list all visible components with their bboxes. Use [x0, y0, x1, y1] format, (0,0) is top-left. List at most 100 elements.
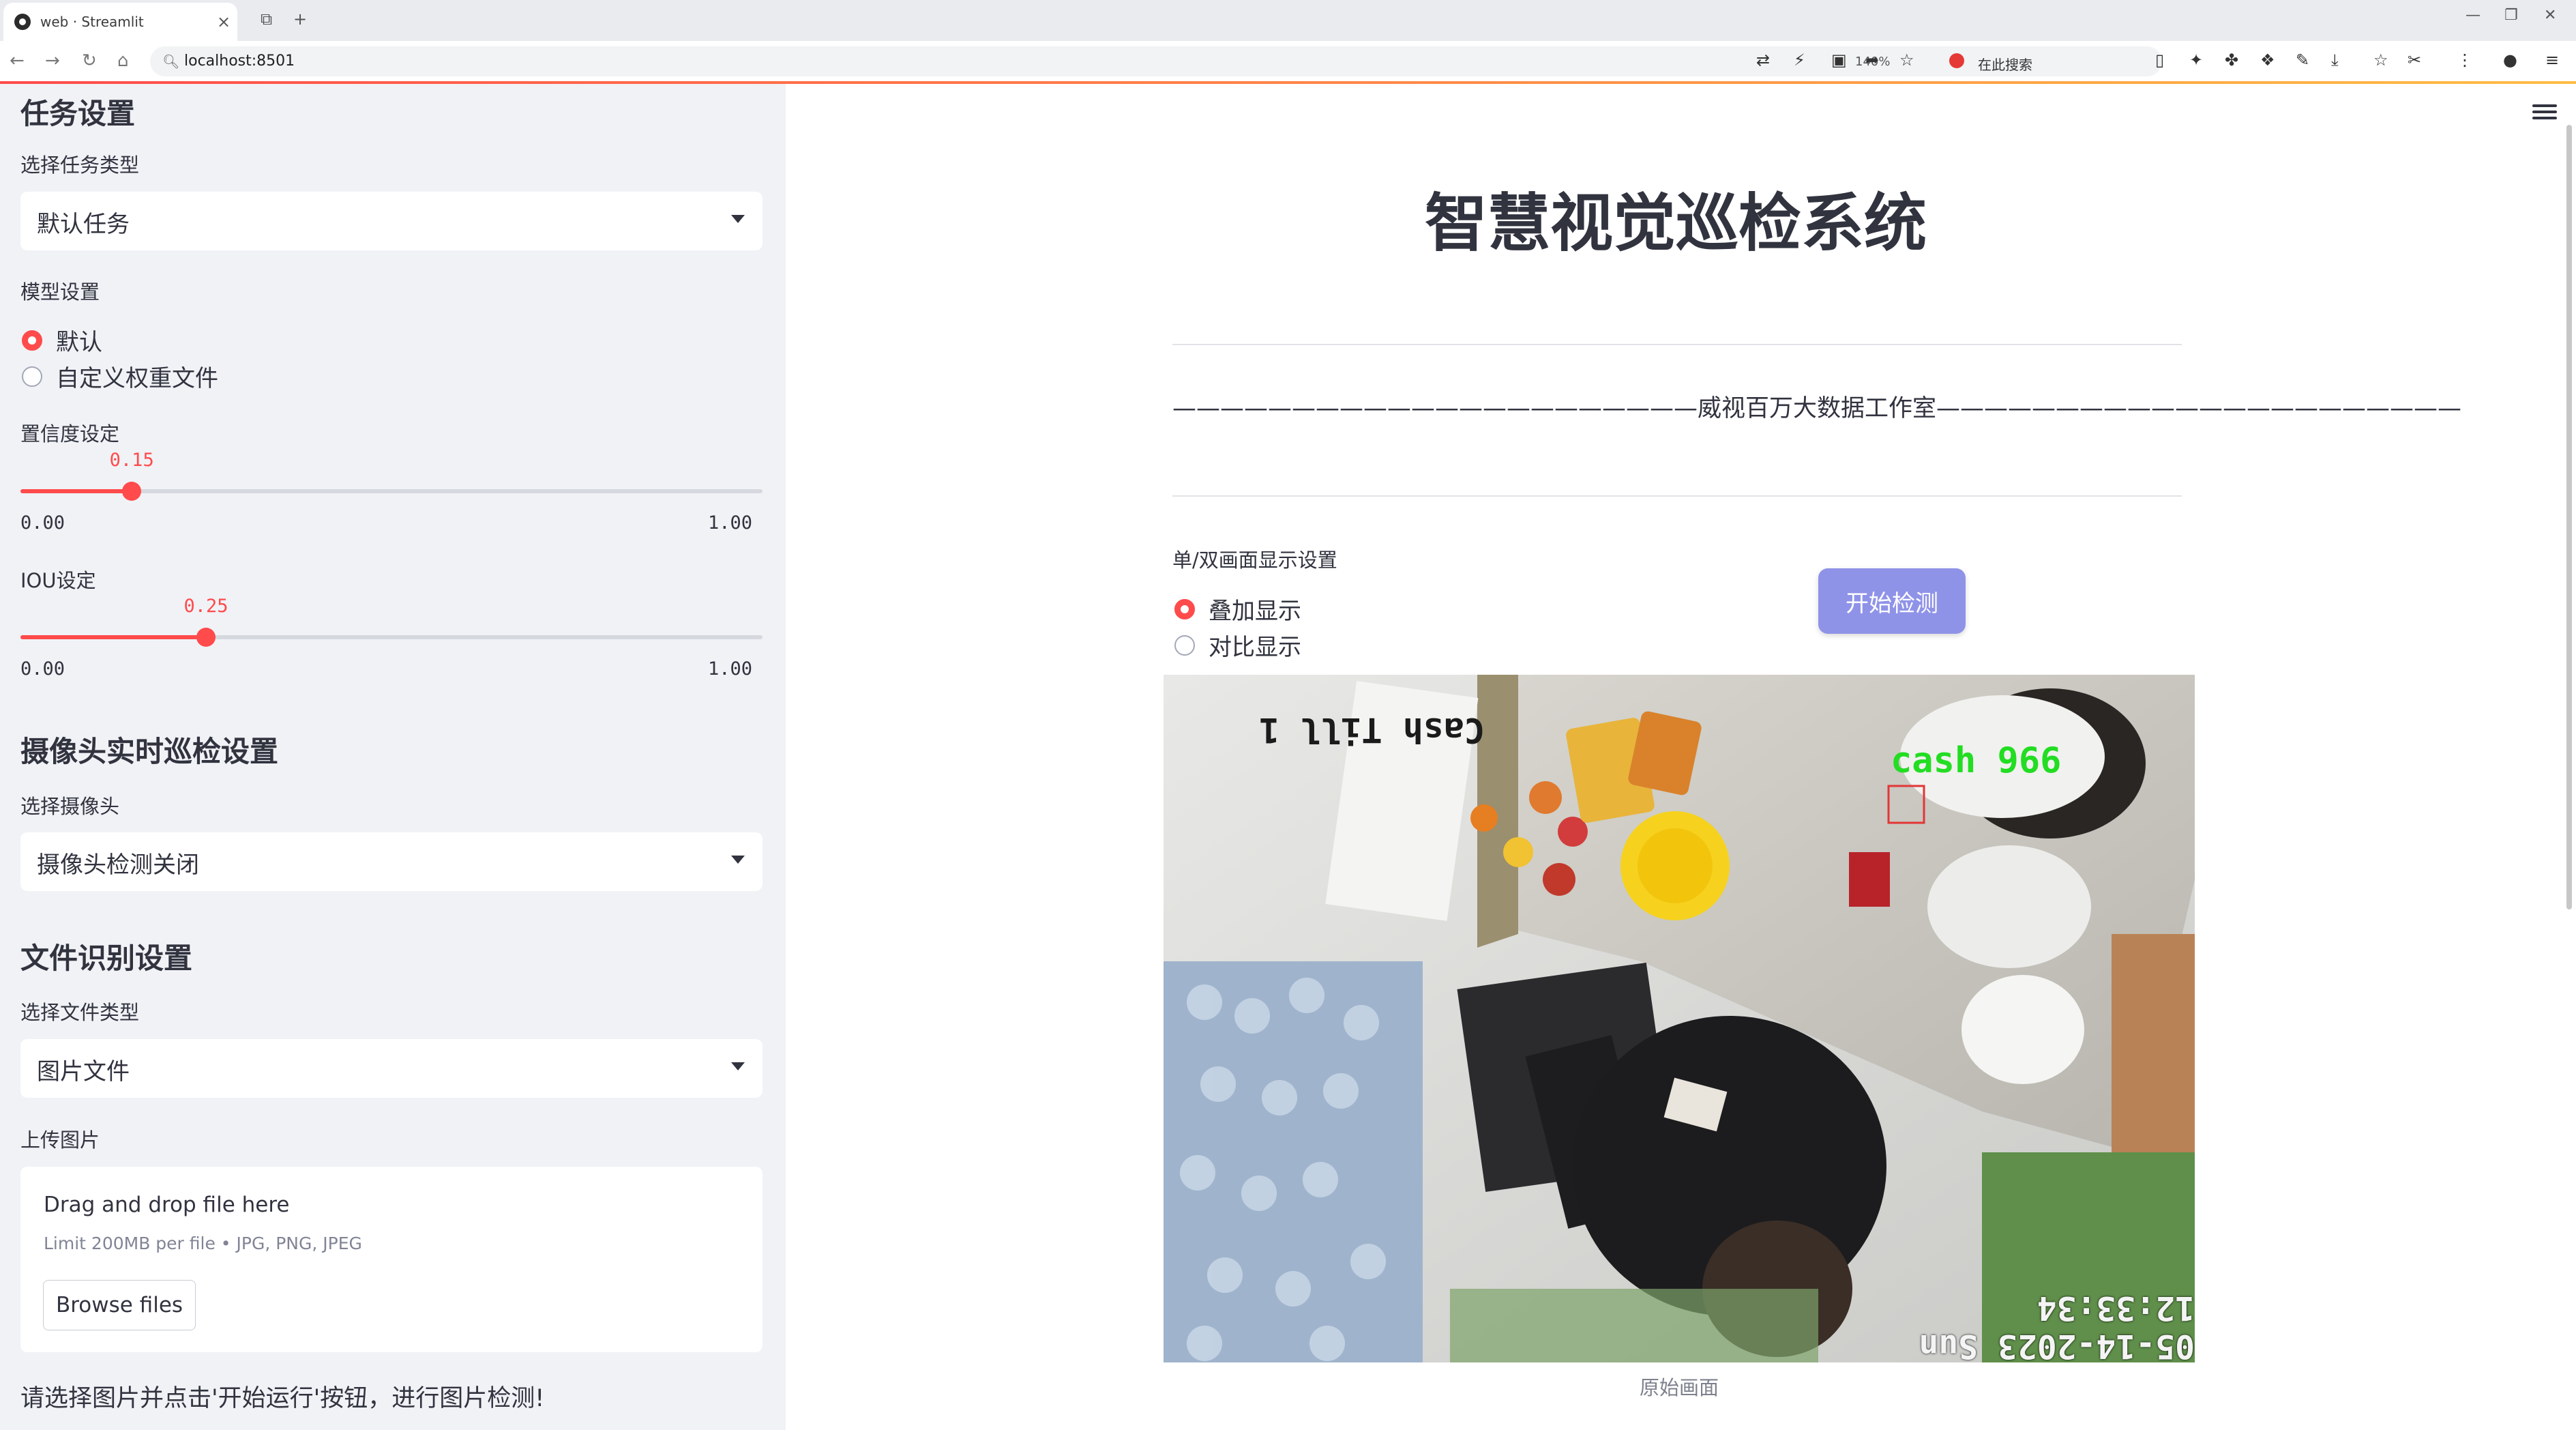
search-engine-icon — [1949, 53, 1964, 68]
browser-tab[interactable]: web · Streamlit × — [3, 3, 237, 41]
detection-label: cash 966 — [1891, 740, 2062, 781]
display-option-overlay[interactable]: 叠加显示 — [1174, 592, 1301, 626]
slider-fill — [20, 489, 132, 493]
file-type-select[interactable]: 图片文件 — [20, 1039, 763, 1098]
file-settings-heading: 文件识别设置 — [20, 942, 193, 975]
task-type-label: 选择任务类型 — [20, 154, 140, 177]
display-mode-label: 单/双画面显示设置 — [1172, 549, 1337, 572]
new-tab-icon[interactable]: + — [293, 10, 307, 29]
bookmark-star-icon[interactable]: ☆ — [1899, 50, 1914, 70]
divider — [1172, 344, 2182, 345]
extension-icon[interactable]: ✤ — [2225, 50, 2238, 70]
tools-icon[interactable]: ✂ — [2408, 50, 2421, 70]
file-uploader-dropzone[interactable]: Drag and drop file here Limit 200MB per … — [20, 1167, 763, 1352]
address-bar: ← → ↻ ⌂ 🔍︎ localhost:8501 140% ⇄ ⚡ ▣ ➦ ☆… — [0, 41, 2576, 82]
display-option-label: 对比显示 — [1209, 634, 1301, 661]
model-option-default[interactable]: 默认 — [22, 323, 102, 357]
camera-label: 选择摄像头 — [20, 795, 120, 818]
camera-select[interactable]: 摄像头检测关闭 — [20, 832, 763, 891]
screenshot-icon[interactable]: ▣ — [1831, 50, 1847, 70]
display-option-compare[interactable]: 对比显示 — [1174, 628, 1301, 662]
slider-thumb[interactable] — [196, 628, 216, 647]
url-field[interactable]: 🔍︎ localhost:8501 140% — [150, 46, 2162, 76]
task-settings-heading: 任务设置 — [20, 97, 136, 130]
camera-value: 摄像头检测关闭 — [37, 851, 199, 879]
dropzone-limit: Limit 200MB per file • JPG, PNG, JPEG — [44, 1234, 362, 1253]
url-text: localhost:8501 — [184, 53, 295, 70]
radio-button-selected[interactable] — [22, 330, 42, 351]
translate-icon[interactable]: ⇄ — [1756, 50, 1770, 70]
display-option-label: 叠加显示 — [1209, 598, 1301, 625]
confidence-label: 置信度设定 — [20, 422, 120, 446]
model-option-custom[interactable]: 自定义权重文件 — [22, 360, 218, 393]
extension-icon[interactable]: ❖ — [2260, 50, 2275, 70]
home-icon[interactable]: ⌂ — [117, 50, 129, 71]
minimize-icon[interactable]: — — [2466, 7, 2481, 24]
search-field[interactable]: 在此搜索 — [1937, 46, 2142, 76]
model-settings-label: 模型设置 — [20, 280, 100, 304]
main-content: 智慧视觉巡检系统 ——————————————————————威视百万大数据工作… — [786, 84, 2576, 1430]
tab-group-icon[interactable]: ⧉ — [261, 10, 272, 29]
share-icon[interactable]: ➦ — [1865, 50, 1879, 70]
browse-files-button[interactable]: Browse files — [43, 1280, 196, 1330]
camera-settings-heading: 摄像头实时巡检设置 — [20, 735, 279, 768]
browser-menu-icon[interactable]: ≡ — [2545, 50, 2559, 70]
image-caption: 原始画面 — [1639, 1376, 1719, 1399]
hamburger-menu-icon[interactable] — [2532, 104, 2557, 122]
download-icon[interactable]: ⤓ — [2331, 50, 2339, 70]
confidence-min: 0.00 — [20, 512, 65, 534]
studio-banner: ——————————————————————威视百万大数据工作室————————… — [1172, 395, 2462, 422]
extension-icon[interactable]: ✦ — [2189, 50, 2203, 70]
chevron-down-icon — [731, 1062, 745, 1070]
divider — [1172, 495, 2182, 497]
iou-label: IOU设定 — [20, 569, 96, 592]
radio-button[interactable] — [1174, 634, 1195, 656]
instruction-text: 请选择图片并点击'开始运行'按钮，进行图片检测! — [20, 1385, 545, 1412]
file-type-value: 图片文件 — [37, 1058, 130, 1085]
close-tab-icon[interactable]: × — [210, 12, 237, 31]
search-placeholder: 在此搜索 — [1978, 57, 2032, 73]
sidebar: 任务设置 选择任务类型 默认任务 模型设置 默认 自定义权重文件 置信度设定 0… — [0, 84, 786, 1430]
upload-label: 上传图片 — [20, 1128, 100, 1152]
scrollbar[interactable] — [2566, 125, 2572, 909]
chevron-down-icon — [731, 856, 745, 864]
lightning-icon[interactable]: ⚡ — [1794, 50, 1805, 70]
camera-overlay-label: Cash Till 1 — [1259, 710, 1485, 750]
streamlit-favicon-icon — [14, 14, 31, 30]
dropzone-title: Drag and drop file here — [44, 1193, 290, 1217]
favorites-icon[interactable]: ☆ — [2373, 50, 2388, 70]
back-icon[interactable]: ← — [10, 50, 25, 71]
extension-icon[interactable]: ✎ — [2296, 50, 2309, 70]
model-option-label: 自定义权重文件 — [56, 365, 218, 392]
radio-button[interactable] — [22, 366, 42, 387]
iou-value: 0.25 — [183, 596, 228, 617]
slider-fill — [20, 635, 206, 639]
device-icon[interactable]: ▯ — [2155, 50, 2164, 70]
more-options-icon[interactable]: ⋮ — [2457, 50, 2473, 70]
iou-min: 0.00 — [20, 658, 65, 680]
slider-thumb[interactable] — [122, 482, 142, 501]
confidence-slider[interactable]: 0.15 — [20, 450, 763, 501]
camera-timestamp: 05-14-2023 Sun 12:33:34 — [1919, 1289, 2195, 1362]
forward-icon[interactable]: → — [45, 50, 60, 71]
task-type-select[interactable]: 默认任务 — [20, 192, 763, 250]
restore-icon[interactable]: ❐ — [2504, 7, 2518, 24]
page-title: 智慧视觉巡检系统 — [1424, 187, 1927, 260]
confidence-max: 1.00 — [708, 512, 753, 534]
detection-result-image: Cash Till 1 05-14-2023 Sun 12:33:34 cash… — [1164, 675, 2195, 1362]
tab-title: web · Streamlit — [40, 14, 144, 30]
browser-tab-bar: web · Streamlit × ⧉ + — ❐ ✕ — [0, 0, 2576, 41]
confidence-value: 0.15 — [109, 450, 154, 471]
iou-slider[interactable]: 0.25 — [20, 596, 763, 647]
model-option-label: 默认 — [56, 329, 102, 356]
profile-avatar-icon[interactable]: ● — [2503, 50, 2517, 70]
task-type-value: 默认任务 — [37, 211, 130, 238]
chevron-down-icon — [731, 215, 745, 223]
reload-icon[interactable]: ↻ — [82, 50, 97, 71]
start-detection-button[interactable]: 开始检测 — [1818, 568, 1966, 634]
file-type-label: 选择文件类型 — [20, 1001, 140, 1024]
iou-max: 1.00 — [708, 658, 753, 680]
radio-button-selected[interactable] — [1174, 598, 1195, 619]
window-close-icon[interactable]: ✕ — [2544, 7, 2556, 24]
site-info-icon[interactable]: 🔍︎ — [162, 53, 179, 70]
